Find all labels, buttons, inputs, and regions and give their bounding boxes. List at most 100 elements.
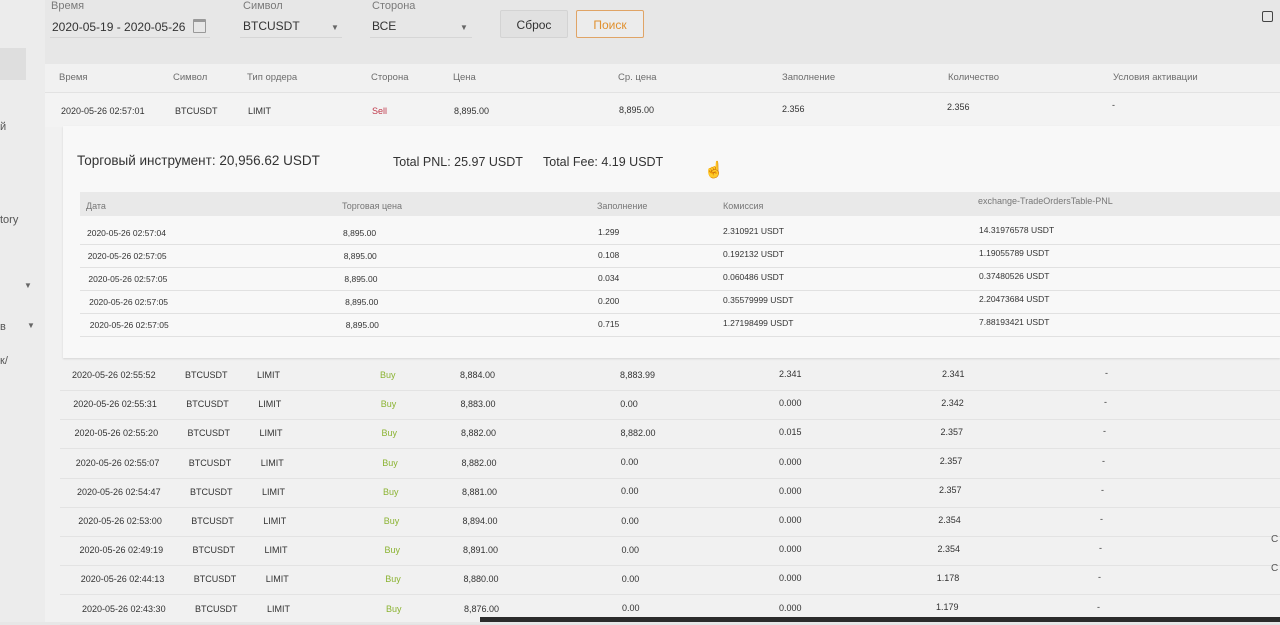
row-filled: 0.000 xyxy=(779,602,802,613)
row-filled: 2.356 xyxy=(782,104,805,114)
external-link-icon[interactable] xyxy=(1262,11,1273,22)
row-filled: 0.015 xyxy=(779,427,802,438)
row-quantity: 2.354 xyxy=(937,543,961,554)
chevron-down-icon[interactable]: ▼ xyxy=(331,23,339,32)
trade-row-divider xyxy=(80,313,1280,314)
column-header-price: Цена xyxy=(453,72,476,83)
row-quantity: 2.357 xyxy=(940,426,964,437)
symbol-select[interactable]: BTCUSDT xyxy=(243,19,300,33)
row-side: Buy xyxy=(380,399,397,410)
row-time[interactable]: 2020-05-26 02:43:30 xyxy=(82,604,166,614)
row-time[interactable]: 2020-05-26 02:44:13 xyxy=(81,574,165,584)
row-filled: 0.000 xyxy=(779,456,802,467)
row-side: Buy xyxy=(386,603,402,614)
row-price: 8,894.00 xyxy=(462,516,498,526)
trade-fee: 0.192132 USDT xyxy=(723,249,784,259)
reset-button[interactable]: Сброс xyxy=(500,10,568,38)
taskbar xyxy=(480,617,1280,622)
row-time[interactable]: 2020-05-26 02:55:52 xyxy=(72,370,156,380)
row-avg-price: 8,882.00 xyxy=(620,427,656,438)
row-time[interactable]: 2020-05-26 02:55:31 xyxy=(73,399,157,409)
row-trigger: - xyxy=(1098,572,1101,583)
total-fee: Total Fee: 4.19 USDT xyxy=(543,155,664,169)
time-filter-label: Время xyxy=(51,0,85,12)
sidebar-item-label[interactable]: к/ xyxy=(0,355,8,367)
trades-header-filled: Заполнение xyxy=(597,201,648,211)
row-price: 8,883.00 xyxy=(460,399,496,410)
trade-fee: 0.060486 USDT xyxy=(723,272,784,282)
side-select[interactable]: ВСЕ xyxy=(372,19,396,33)
hand-cursor-icon: ☝ xyxy=(704,162,724,179)
row-filled: 0.000 xyxy=(779,544,802,555)
trade-fee: 2.310921 USDT xyxy=(723,226,784,236)
row-symbol: BTCUSDT xyxy=(186,399,229,410)
search-button[interactable]: Поиск xyxy=(576,10,644,38)
side-select-underline xyxy=(370,37,472,38)
row-price: 8,895.00 xyxy=(454,106,490,116)
trade-pnl: 2.20473684 USDT xyxy=(979,294,1050,304)
table-row-divider xyxy=(60,623,1280,625)
trades-header-pnl: exchange-TradeOrdersTable-PNL xyxy=(978,196,1113,206)
chevron-down-icon[interactable]: ▼ xyxy=(27,321,35,330)
row-time[interactable]: 2020-05-26 02:55:07 xyxy=(76,458,160,468)
trade-date: 2020-05-26 02:57:05 xyxy=(89,320,169,330)
trade-fee: 1.27198499 USDT xyxy=(723,318,794,328)
row-quantity: 2.341 xyxy=(942,368,965,379)
row-type: LIMIT xyxy=(248,106,272,116)
row-side: Buy xyxy=(380,370,396,380)
row-avg-price: 0.00 xyxy=(622,603,640,614)
row-trigger: - xyxy=(1112,100,1115,110)
row-trigger: - xyxy=(1101,484,1104,495)
trade-price: 8,895.00 xyxy=(343,228,377,238)
chevron-down-icon[interactable]: ▼ xyxy=(460,23,468,32)
row-trigger: - xyxy=(1097,601,1100,612)
trade-pnl: 0.37480526 USDT xyxy=(979,271,1050,281)
row-avg-price: 0.00 xyxy=(621,515,639,526)
row-trigger: - xyxy=(1102,455,1105,466)
row-symbol: BTCUSDT xyxy=(192,545,236,556)
trade-filled: 1.299 xyxy=(598,227,620,237)
edge-fragment: C xyxy=(1271,563,1279,574)
column-header-side: Сторона xyxy=(371,72,409,83)
row-avg-price: 0.00 xyxy=(621,544,640,555)
column-header-quantity: Количество xyxy=(948,72,1000,83)
row-side: Buy xyxy=(382,457,398,468)
row-trigger: - xyxy=(1105,368,1108,378)
row-quantity: 2.357 xyxy=(939,485,962,496)
row-type: LIMIT xyxy=(263,516,287,526)
date-range-input[interactable]: 2020-05-19 - 2020-05-26 xyxy=(52,20,185,34)
row-time[interactable]: 2020-05-26 02:55:20 xyxy=(75,428,159,438)
row-price: 8,876.00 xyxy=(464,603,500,614)
column-header-time: Время xyxy=(59,72,88,83)
row-time[interactable]: 2020-05-26 02:49:19 xyxy=(80,545,164,555)
table-row-divider xyxy=(60,448,1280,450)
trade-pnl: 7.88193421 USDT xyxy=(979,317,1050,327)
row-type: LIMIT xyxy=(262,486,286,497)
column-header-filled: Заполнение xyxy=(782,72,836,83)
row-quantity: 2.357 xyxy=(939,456,963,467)
trade-price: 8,895.00 xyxy=(345,320,379,330)
row-side: Sell xyxy=(372,106,388,116)
row-time[interactable]: 2020-05-26 02:54:47 xyxy=(77,487,161,497)
row-type: LIMIT xyxy=(259,428,283,439)
sidebar-item-label[interactable]: tory xyxy=(0,214,18,226)
trade-price: 8,895.00 xyxy=(345,297,379,307)
row-type: LIMIT xyxy=(267,603,291,614)
trades-header-price: Торговая цена xyxy=(342,201,402,211)
row-quantity: 1.178 xyxy=(936,572,960,583)
row-time[interactable]: 2020-05-26 02:53:00 xyxy=(78,516,162,526)
sidebar-active-item[interactable] xyxy=(0,48,26,80)
row-trigger: - xyxy=(1100,514,1103,524)
row-trigger: - xyxy=(1099,543,1102,554)
sidebar-item-label[interactable]: в xyxy=(0,321,6,333)
chevron-down-icon[interactable]: ▼ xyxy=(24,281,32,290)
instrument-summary: Торговый инструмент: 20,956.62 USDT xyxy=(77,153,320,168)
trade-filled: 0.715 xyxy=(598,319,620,329)
sidebar-item-label[interactable]: й xyxy=(0,121,6,133)
row-avg-price: 8,895.00 xyxy=(619,105,655,115)
row-symbol: BTCUSDT xyxy=(193,574,237,585)
row-avg-price: 0.00 xyxy=(621,573,640,584)
table-row-expanded[interactable] xyxy=(45,92,1280,127)
row-type: LIMIT xyxy=(265,574,289,585)
calendar-icon[interactable] xyxy=(193,19,206,33)
